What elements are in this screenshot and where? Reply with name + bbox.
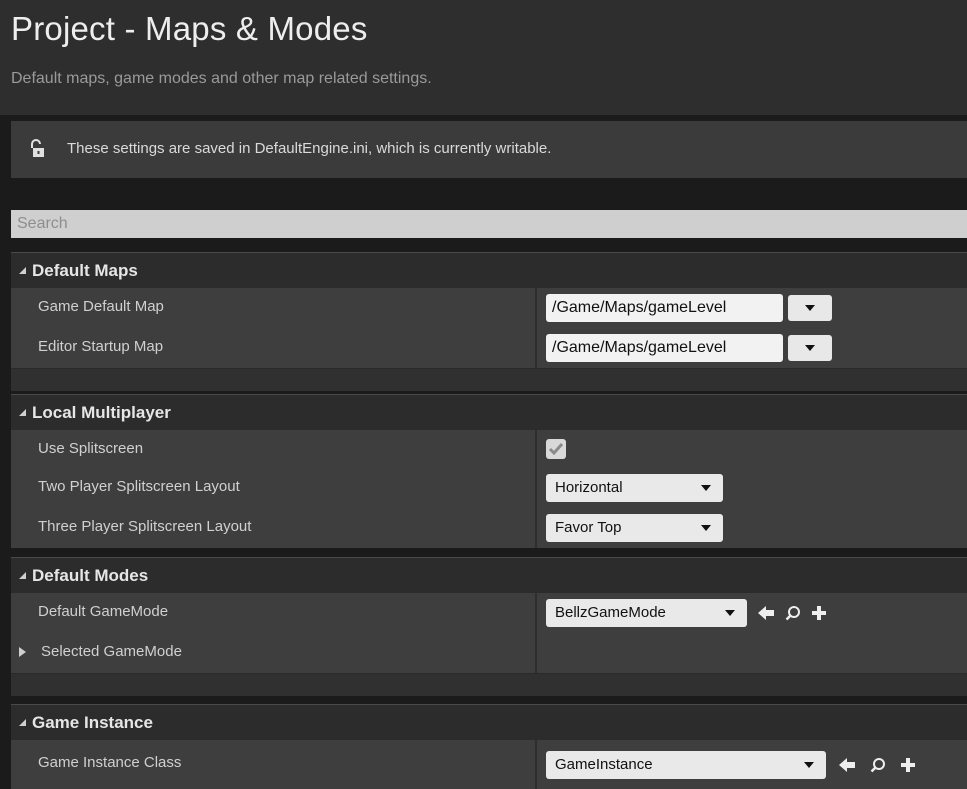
page-title: Project - Maps & Modes	[11, 10, 368, 47]
search-icon[interactable]	[785, 605, 801, 621]
three-player-layout-select[interactable]: Favor Top	[546, 514, 723, 542]
chevron-down-icon	[701, 525, 711, 531]
collapse-arrow-icon	[19, 267, 26, 274]
property-label: Selected GameMode	[41, 643, 182, 660]
settings-window: Project - Maps & Modes Default maps, gam…	[0, 0, 967, 789]
property-label: Three Player Splitscreen Layout	[38, 518, 252, 535]
checkmark-icon	[548, 443, 564, 456]
category-title: Game Instance	[32, 712, 153, 732]
page-header: Project - Maps & Modes Default maps, gam…	[0, 0, 967, 115]
column-divider[interactable]	[535, 508, 537, 548]
category-header-game-instance[interactable]: Game Instance	[11, 704, 967, 740]
chevron-down-icon	[805, 305, 815, 311]
plus-icon[interactable]	[900, 757, 916, 773]
select-value: GameInstance	[555, 755, 653, 773]
property-label: Game Instance Class	[38, 754, 182, 771]
default-gamemode-select[interactable]: BellzGameMode	[546, 599, 747, 627]
expand-arrow-icon[interactable]	[19, 647, 26, 657]
collapse-arrow-icon	[19, 719, 26, 726]
arrow-left-icon[interactable]	[757, 605, 775, 621]
column-divider[interactable]	[535, 740, 537, 789]
category-title: Local Multiplayer	[32, 402, 171, 422]
category-default-modes: Default Modes Default GameMode BellzGame…	[11, 557, 967, 696]
chevron-down-icon	[701, 485, 711, 491]
property-row-default-gamemode: Default GameMode BellzGameMode	[11, 593, 967, 633]
property-row-game-default-map: Game Default Map /Game/Maps/gameLevel	[11, 288, 967, 328]
property-row-use-splitscreen: Use Splitscreen	[11, 430, 967, 468]
map-dropdown-button[interactable]	[788, 335, 832, 361]
map-path-field[interactable]: /Game/Maps/gameLevel	[546, 294, 783, 322]
page-subtitle: Default maps, game modes and other map r…	[11, 70, 432, 87]
property-row-selected-gamemode[interactable]: Selected GameMode	[11, 633, 967, 673]
notice-text: These settings are saved in DefaultEngin…	[67, 140, 552, 157]
category-spacer	[11, 673, 967, 696]
category-default-maps: Default Maps Game Default Map /Game/Maps…	[11, 252, 967, 391]
property-label: Game Default Map	[38, 298, 164, 315]
collapse-arrow-icon	[19, 572, 26, 579]
column-divider[interactable]	[535, 633, 537, 673]
property-row-three-player-layout: Three Player Splitscreen Layout Favor To…	[11, 508, 967, 548]
category-header-local-multiplayer[interactable]: Local Multiplayer	[11, 394, 967, 430]
column-divider[interactable]	[535, 468, 537, 508]
chevron-down-icon	[804, 761, 814, 768]
two-player-layout-select[interactable]: Horizontal	[546, 474, 723, 502]
use-splitscreen-checkbox[interactable]	[546, 439, 566, 459]
search-input[interactable]	[11, 210, 967, 238]
chevron-down-icon	[805, 345, 815, 351]
property-label: Default GameMode	[38, 603, 169, 620]
property-row-two-player-layout: Two Player Splitscreen Layout Horizontal	[11, 468, 967, 508]
column-divider[interactable]	[535, 288, 537, 328]
select-value: BellzGameMode	[555, 604, 666, 621]
category-header-default-maps[interactable]: Default Maps	[11, 252, 967, 288]
property-row-game-instance-class: Game Instance Class GameInstance	[11, 740, 967, 789]
property-row-editor-startup-map: Editor Startup Map /Game/Maps/gameLevel	[11, 328, 967, 368]
collapse-arrow-icon	[19, 409, 26, 416]
select-value: Favor Top	[555, 519, 622, 536]
category-title: Default Modes	[32, 565, 149, 585]
select-value: Horizontal	[555, 479, 623, 496]
column-divider[interactable]	[535, 328, 537, 368]
arrow-left-icon[interactable]	[838, 757, 856, 773]
category-header-default-modes[interactable]: Default Modes	[11, 557, 967, 593]
chevron-down-icon	[725, 610, 735, 616]
search-icon[interactable]	[870, 757, 886, 773]
column-divider[interactable]	[535, 430, 537, 468]
category-spacer	[11, 368, 967, 391]
config-notice-banner: These settings are saved in DefaultEngin…	[11, 121, 967, 178]
lock-icon	[31, 139, 44, 157]
plus-icon[interactable]	[811, 605, 827, 621]
property-label: Use Splitscreen	[38, 440, 144, 457]
property-label: Two Player Splitscreen Layout	[38, 478, 240, 495]
map-path-field[interactable]: /Game/Maps/gameLevel	[546, 334, 783, 362]
property-label: Editor Startup Map	[38, 338, 164, 355]
category-local-multiplayer: Local Multiplayer Use Splitscreen Two Pl…	[11, 394, 967, 548]
map-dropdown-button[interactable]	[788, 295, 832, 321]
game-instance-class-select[interactable]: GameInstance	[546, 750, 826, 779]
column-divider[interactable]	[535, 593, 537, 633]
category-title: Default Maps	[32, 260, 138, 280]
category-game-instance: Game Instance Game Instance Class GameIn…	[11, 704, 967, 789]
